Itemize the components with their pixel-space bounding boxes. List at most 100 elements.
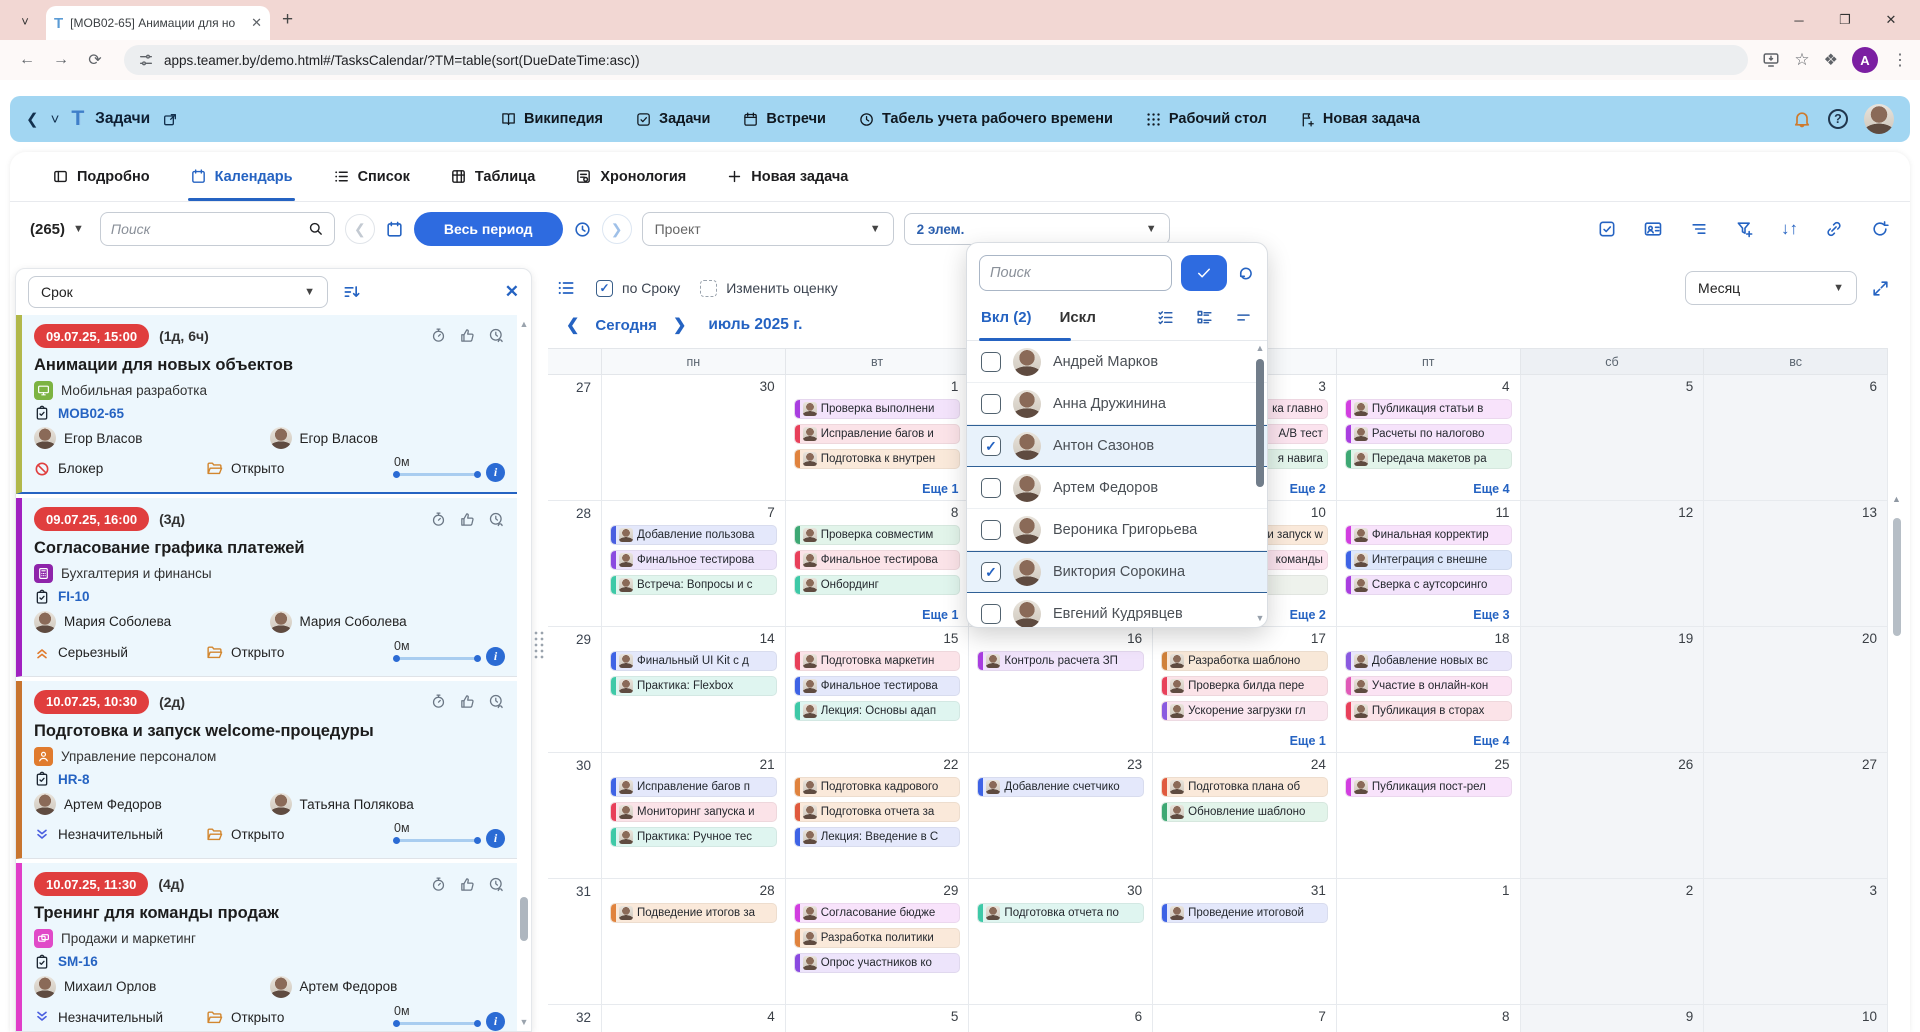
prev-month-icon[interactable]: ❮ <box>566 315 579 335</box>
task-title[interactable]: Подготовка и запуск welcome-процедуры <box>34 722 505 741</box>
day-cell[interactable]: 24Подготовка плана обОбновление шаблоно <box>1153 753 1337 879</box>
sort-order-icon[interactable] <box>342 282 362 302</box>
calendar-event[interactable]: Добавление пользова <box>610 525 777 545</box>
address-bar[interactable]: apps.teamer.by/demo.html#/TasksCalendar/… <box>124 45 1748 75</box>
tab-table[interactable]: Таблица <box>450 152 535 201</box>
group-list-icon[interactable] <box>556 278 576 298</box>
task-card[interactable]: 09.07.25, 16:00(3д)Согласование графика … <box>16 498 517 676</box>
task-title[interactable]: Тренинг для команды продаж <box>34 904 505 923</box>
checkbox-icon[interactable] <box>981 604 1001 624</box>
today-button[interactable]: Сегодня <box>595 317 657 334</box>
calendar-event[interactable]: Подготовка кадрового <box>794 777 961 797</box>
user-card-icon[interactable] <box>1643 219 1663 239</box>
info-icon[interactable]: i <box>486 829 505 848</box>
site-settings-icon[interactable] <box>138 51 154 69</box>
bookmark-star-icon[interactable]: ☆ <box>1794 50 1809 70</box>
stopwatch-icon[interactable] <box>430 510 447 528</box>
checkbox-icon[interactable] <box>981 478 1001 498</box>
calendar-event[interactable]: Финальная корректир <box>1345 525 1512 545</box>
install-icon[interactable] <box>1762 51 1780 69</box>
change-estimate-toggle[interactable]: Изменить оценку <box>700 280 838 297</box>
more-events-link[interactable]: Еще 4 <box>1473 734 1509 748</box>
calendar-event[interactable]: Подведение итогов за <box>610 903 777 923</box>
user-filter-row[interactable]: ✓Виктория Сорокина <box>967 551 1267 593</box>
nav-item-new-task[interactable]: Новая задача <box>1299 111 1420 128</box>
calendar-event[interactable]: Проведение итоговой <box>1161 903 1328 923</box>
thumbs-up-icon[interactable] <box>459 875 476 893</box>
user-filter-row[interactable]: Вероника Григорьева <box>967 509 1267 551</box>
task-card[interactable]: 10.07.25, 10:30(2д)Подготовка и запуск w… <box>16 681 517 859</box>
nav-back-icon[interactable]: ❮ <box>26 110 39 128</box>
calendar-event[interactable]: Исправление багов п <box>610 777 777 797</box>
day-cell[interactable]: 31Проведение итоговой <box>1153 879 1337 1005</box>
next-month-icon[interactable]: ❯ <box>673 315 686 335</box>
scrollbar-thumb[interactable] <box>1256 359 1264 487</box>
day-cell[interactable]: 13 <box>1704 501 1888 627</box>
more-events-link[interactable]: Еще 4 <box>1473 482 1509 496</box>
scroll-down-icon[interactable]: ▼ <box>519 1017 529 1027</box>
calendar-event[interactable]: Практика: Ручное тес <box>610 827 777 847</box>
task-key-link[interactable]: HR-8 <box>58 772 90 787</box>
user-clock-icon[interactable] <box>488 327 505 345</box>
day-cell[interactable]: 17Разработка шаблоноПроверка билда переУ… <box>1153 627 1337 753</box>
assignee-filter-select[interactable]: 2 элем. ▼ <box>904 213 1170 245</box>
day-cell[interactable]: 8Проверка совместимФинальное тестироваОн… <box>786 501 970 627</box>
day-cell[interactable]: 27 <box>1704 753 1888 879</box>
calendar-event[interactable]: Согласование бюдже <box>794 903 961 923</box>
calendar-icon[interactable] <box>385 220 404 239</box>
day-cell[interactable]: 7 <box>1153 1005 1337 1032</box>
co-assignee[interactable]: Артем Федоров <box>270 976 506 998</box>
nav-item-desktop[interactable]: Рабочий стол <box>1145 111 1267 128</box>
nav-item-wiki[interactable]: Википедия <box>500 111 603 128</box>
sort-icon[interactable]: ↓↑ <box>1781 220 1798 239</box>
task-count-dropdown[interactable]: (265) ▼ <box>30 221 90 238</box>
calendar-event[interactable]: Практика: Flexbox <box>610 676 777 696</box>
forward-icon[interactable]: → <box>46 45 76 75</box>
day-cell[interactable]: 30Подготовка отчета по <box>969 879 1153 1005</box>
day-cell[interactable]: 21Исправление багов пМониторинг запуска … <box>602 753 786 879</box>
calendar-event[interactable]: Сверка с аутсорсинго <box>1345 575 1512 595</box>
day-cell[interactable]: 22Подготовка кадровогоПодготовка отчета … <box>786 753 970 879</box>
calendar-event[interactable]: Интеграция с внешне <box>1345 550 1512 570</box>
nav-item-meetings[interactable]: Встречи <box>742 111 826 128</box>
day-cell[interactable]: 9 <box>1521 1005 1705 1032</box>
task-key-link[interactable]: FI-10 <box>58 589 90 604</box>
calendar-event[interactable]: Исправление багов и <box>794 424 961 444</box>
co-assignee[interactable]: Татьяна Полякова <box>270 793 506 815</box>
scroll-down-icon[interactable]: ▼ <box>1255 613 1265 623</box>
maximize-icon[interactable]: ❐ <box>1822 12 1868 28</box>
teamer-logo[interactable]: T <box>71 107 83 131</box>
user-avatar[interactable] <box>1864 104 1894 134</box>
user-clock-icon[interactable] <box>488 875 505 893</box>
new-tab-button[interactable]: + <box>282 9 293 31</box>
assignee[interactable]: Артем Федоров <box>34 793 270 815</box>
day-cell[interactable]: 26 <box>1521 753 1705 879</box>
align-lines-icon[interactable] <box>1689 219 1709 239</box>
day-cell[interactable]: 1 <box>1337 879 1521 1005</box>
tab-timeline[interactable]: Хронология <box>575 152 686 201</box>
tab-calendar[interactable]: Календарь <box>190 152 293 201</box>
nav-item-timesheet[interactable]: Табель учета рабочего времени <box>858 111 1113 128</box>
calendar-event[interactable]: Разработка политики <box>794 928 961 948</box>
calendar-event[interactable]: Подготовка отчета по <box>977 903 1144 923</box>
progress-slider[interactable] <box>394 657 480 660</box>
calendar-event[interactable]: Контроль расчета ЗП <box>977 651 1144 671</box>
day-cell[interactable]: 25Публикация пост-рел <box>1337 753 1521 879</box>
tab-details[interactable]: Подробно <box>52 152 150 201</box>
co-assignee[interactable]: Мария Соболева <box>270 611 506 633</box>
checkbox-checked-icon[interactable]: ✓ <box>981 562 1001 582</box>
user-filter-row[interactable]: ✓Антон Сазонов <box>967 425 1267 467</box>
refresh-icon[interactable] <box>1870 219 1890 239</box>
browser-menu-icon[interactable]: ⋮ <box>1892 50 1908 70</box>
day-cell[interactable]: 7Добавление пользоваФинальное тестироваВ… <box>602 501 786 627</box>
day-cell[interactable]: 18Добавление новых всУчастие в онлайн-ко… <box>1337 627 1521 753</box>
calendar-event[interactable]: Подготовка плана об <box>1161 777 1328 797</box>
more-events-link[interactable]: Еще 3 <box>1473 608 1509 622</box>
calendar-event[interactable]: Встреча: Вопросы и с <box>610 575 777 595</box>
calendar-event[interactable]: Расчеты по налогово <box>1345 424 1512 444</box>
calendar-event[interactable]: Добавление счетчико <box>977 777 1144 797</box>
nav-dropdown-chevron-icon[interactable]: ˅ <box>51 111 60 128</box>
day-cell[interactable]: 2 <box>1521 879 1705 1005</box>
stopwatch-icon[interactable] <box>430 693 447 711</box>
search-input[interactable] <box>111 221 301 237</box>
